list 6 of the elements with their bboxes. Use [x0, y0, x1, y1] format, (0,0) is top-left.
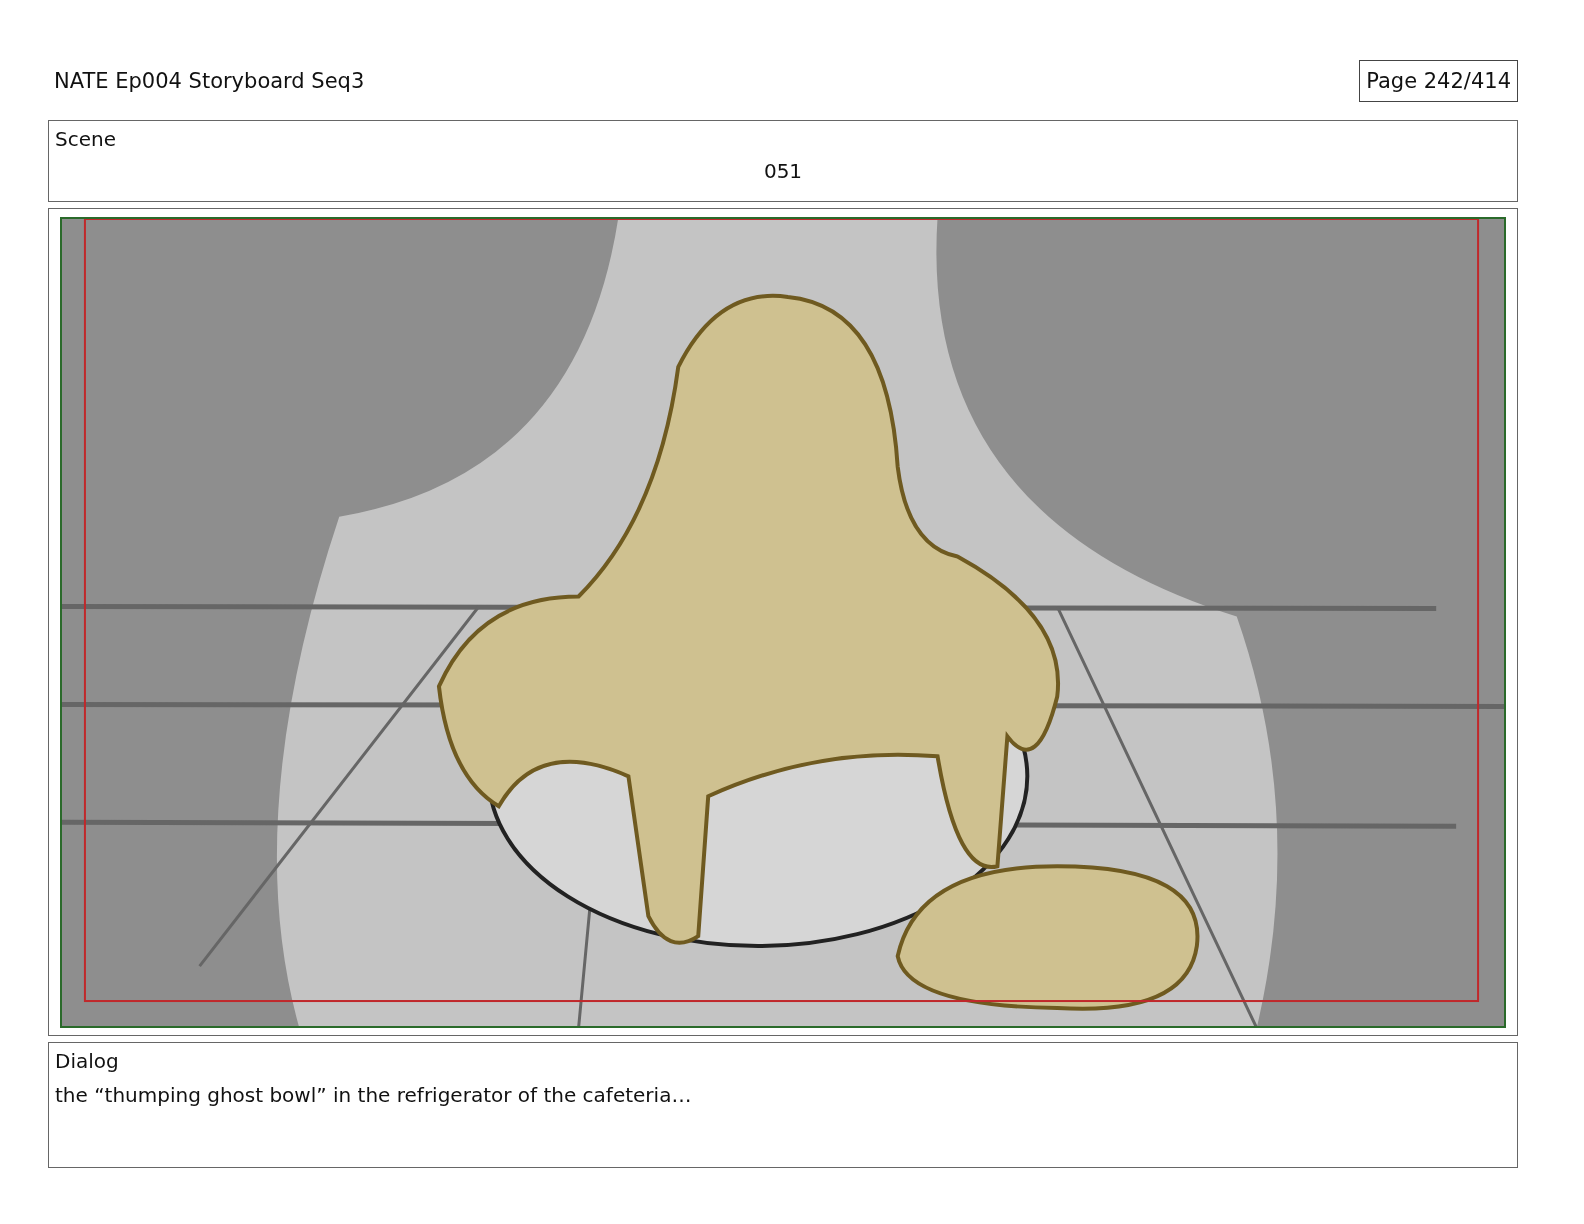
dialog-text: the “thumping ghost bowl” in the refrigerator of the cafeteria…: [55, 1083, 692, 1107]
dialog-label: Dialog: [55, 1049, 119, 1073]
scene-number: 051: [763, 159, 803, 183]
scene-label: Scene: [55, 127, 116, 151]
document-title: NATE Ep004 Storyboard Seq3: [53, 69, 365, 93]
page-number: Page 242/414: [1359, 60, 1518, 102]
